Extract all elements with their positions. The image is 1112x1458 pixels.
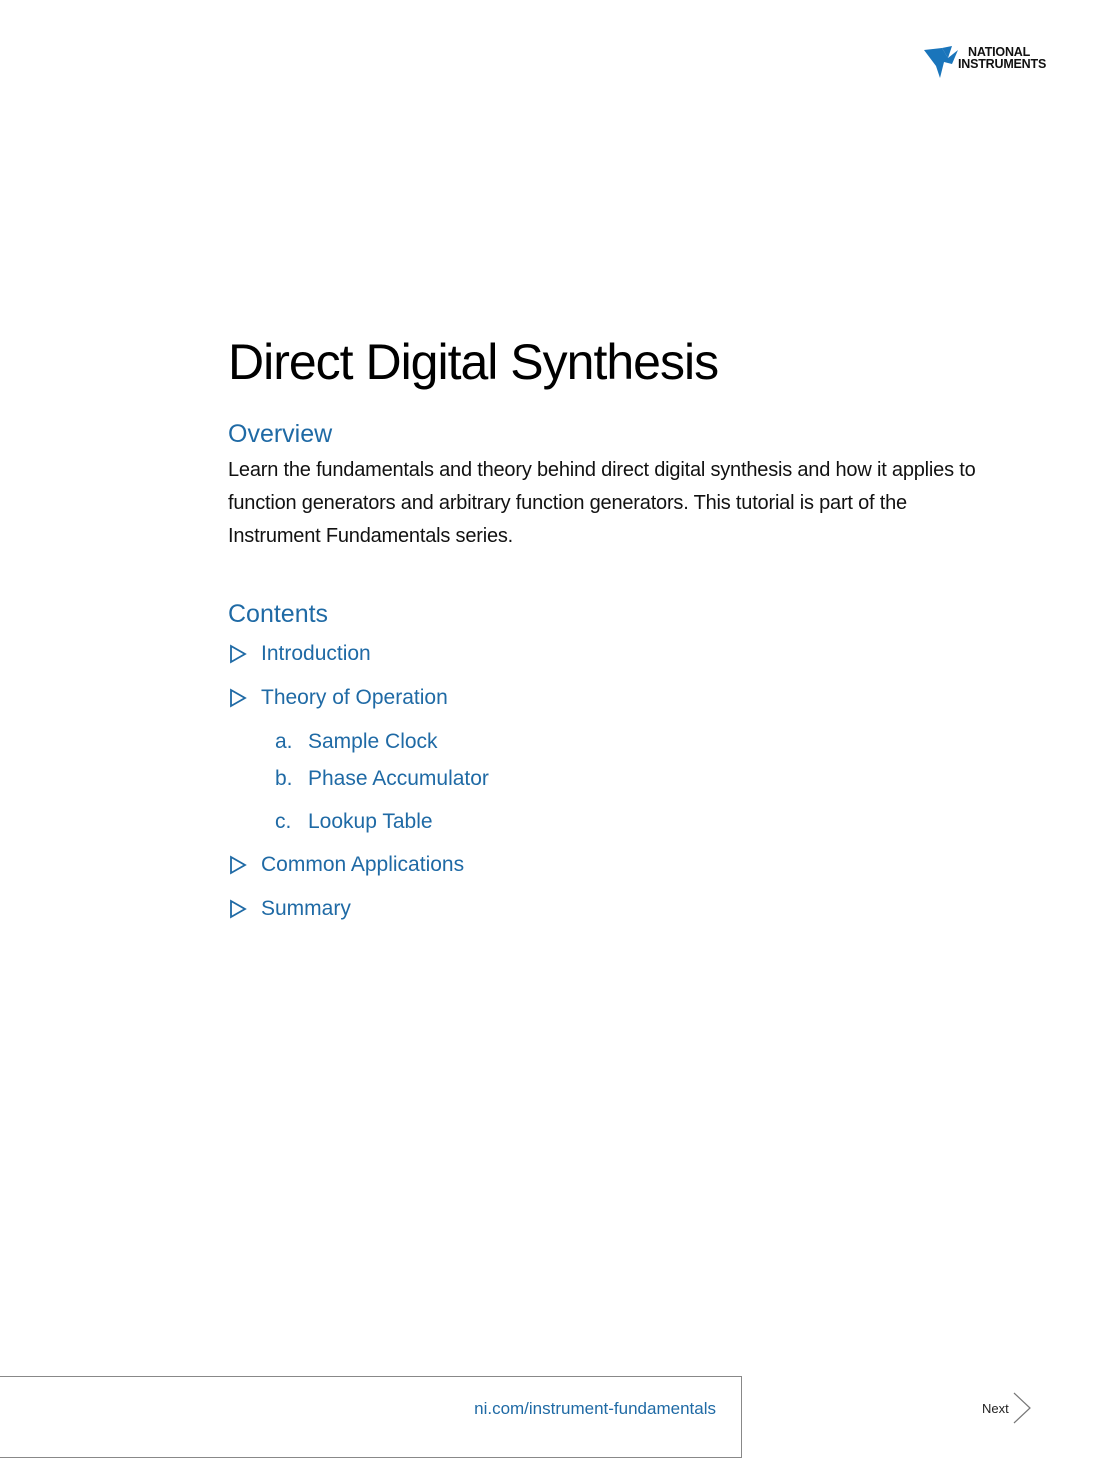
overview-body: Learn the fundamentals and theory behind… xyxy=(228,459,976,547)
footer-box: ni.com/instrument-fundamentals xyxy=(0,1376,742,1458)
page-title: Direct Digital Synthesis xyxy=(228,334,719,390)
toc-subitem-label[interactable]: Phase Accumulator xyxy=(308,767,489,791)
toc-item-label[interactable]: Common Applications xyxy=(261,853,464,877)
toc-item-summary[interactable]: Summary xyxy=(228,897,351,921)
toc-subitem-label[interactable]: Lookup Table xyxy=(308,810,433,834)
toc-subitem-lookup-table[interactable]: c. Lookup Table xyxy=(275,810,433,834)
chevron-right-icon[interactable] xyxy=(1012,1392,1032,1424)
next-label[interactable]: Next xyxy=(982,1401,1009,1416)
ni-logo: NATIONAL INSTRUMENTS xyxy=(922,44,1072,84)
ni-eagle-logo-icon xyxy=(924,46,958,78)
toc-item-label[interactable]: Introduction xyxy=(261,642,371,666)
toc-subitem-letter: a. xyxy=(275,730,293,753)
toc-subitem-letter: c. xyxy=(275,810,292,833)
toc-item-label[interactable]: Theory of Operation xyxy=(261,686,448,710)
triangle-right-outline-icon xyxy=(230,644,247,664)
toc-item-theory-of-operation[interactable]: Theory of Operation xyxy=(228,686,448,710)
contents-heading: Contents xyxy=(228,600,329,628)
toc-subitem-label[interactable]: Sample Clock xyxy=(308,730,438,754)
toc-subitem-phase-accumulator[interactable]: b. Phase Accumulator xyxy=(275,767,489,791)
toc-item-introduction[interactable]: Introduction xyxy=(228,642,371,666)
triangle-right-outline-icon xyxy=(230,855,247,875)
toc-item-label[interactable]: Summary xyxy=(261,897,351,921)
triangle-right-outline-icon xyxy=(230,688,247,708)
next-button[interactable]: Next xyxy=(982,1392,1032,1424)
triangle-right-outline-icon xyxy=(230,899,247,919)
logo-line-2: INSTRUMENTS xyxy=(958,57,1047,71)
toc-subitem-letter: b. xyxy=(275,767,293,790)
toc-subitem-sample-clock[interactable]: a. Sample Clock xyxy=(275,730,438,754)
overview-heading: Overview xyxy=(228,420,333,448)
footer-link[interactable]: ni.com/instrument-fundamentals xyxy=(474,1399,716,1419)
toc-item-common-applications[interactable]: Common Applications xyxy=(228,853,464,877)
